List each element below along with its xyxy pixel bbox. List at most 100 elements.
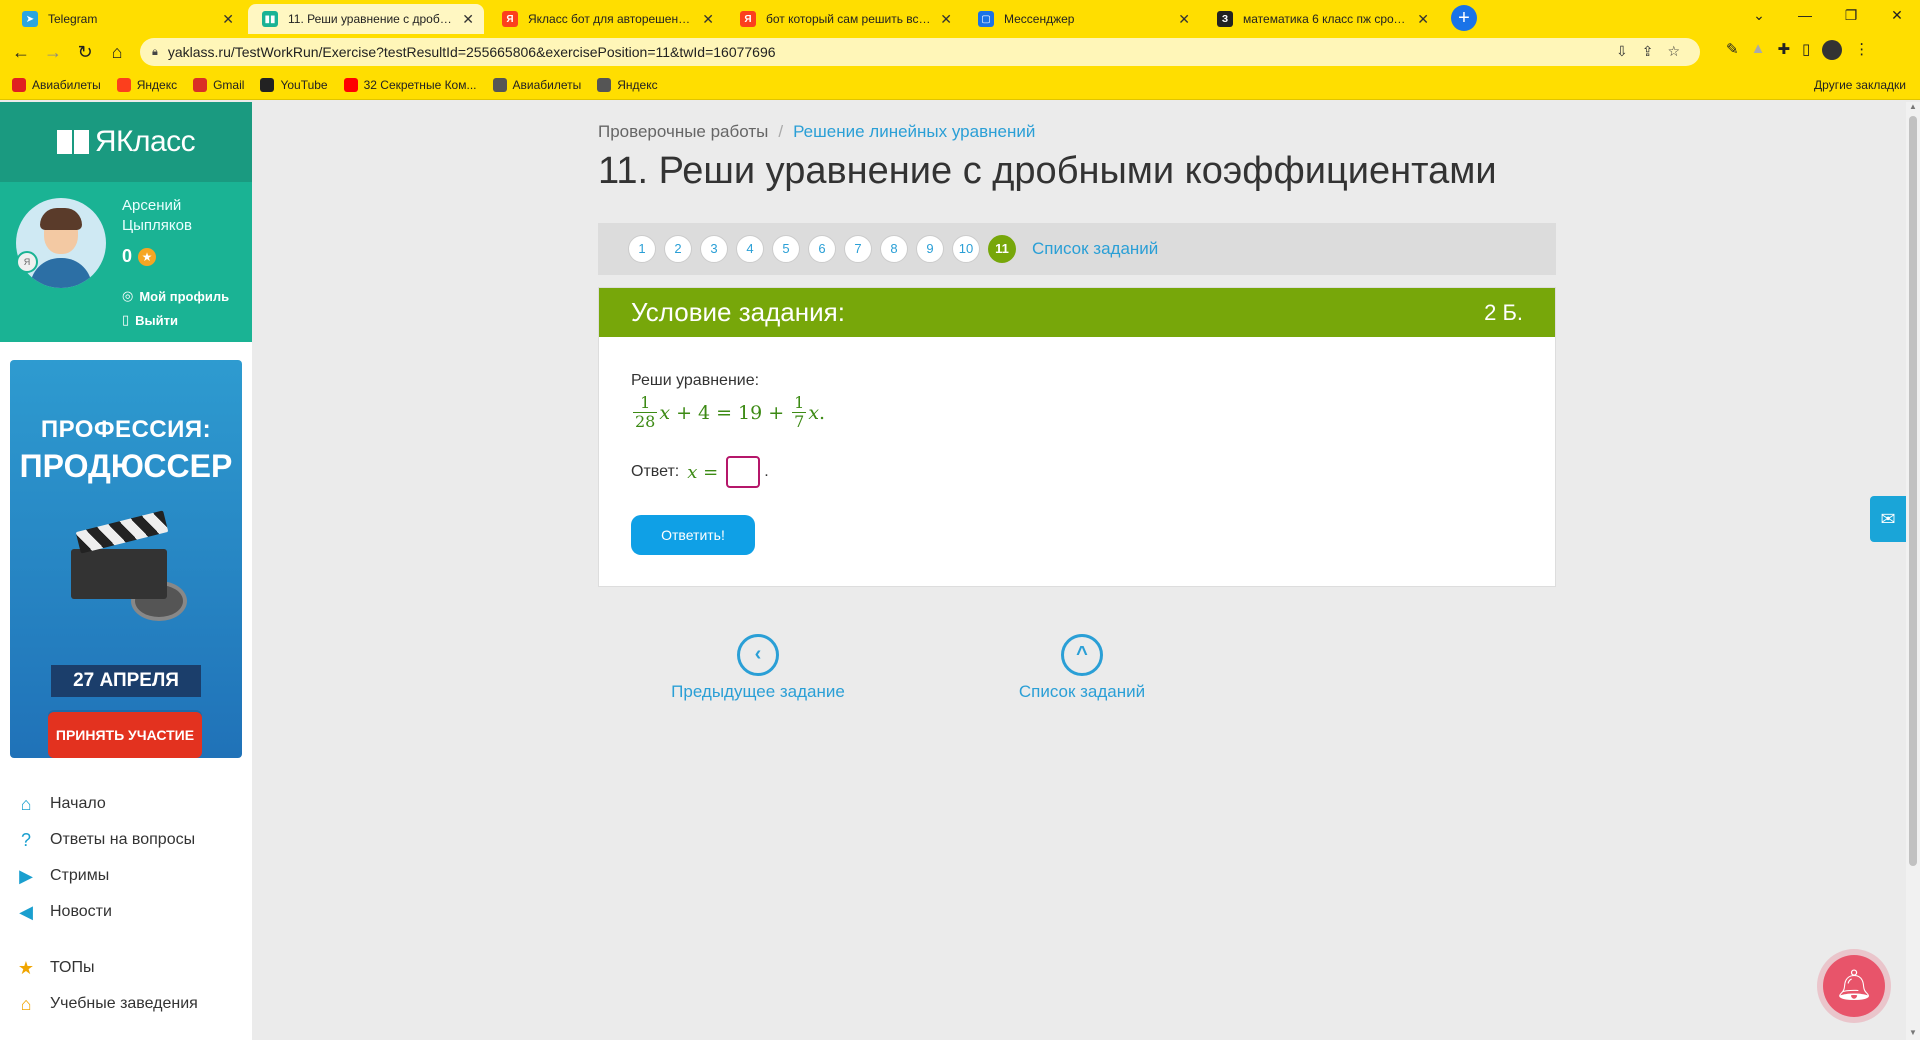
prev-task-link[interactable]: ‹ Предыдущее задание: [663, 634, 853, 702]
site-logo[interactable]: ЯКласс: [0, 102, 252, 182]
avatar[interactable]: [16, 198, 106, 288]
bookmark-item[interactable]: YouTube: [260, 77, 328, 92]
menu-icon[interactable]: ⋮: [1854, 40, 1869, 60]
url-field[interactable]: 🔒︎ yaklass.ru/TestWorkRun/Exercise?testR…: [140, 38, 1700, 66]
tab-close-icon[interactable]: ✕: [222, 11, 234, 28]
task-card: Условие задания: 2 Б. Реши уравнение: 1 …: [598, 287, 1556, 587]
submit-answer-button[interactable]: Ответить!: [631, 515, 755, 555]
profile-avatar-icon[interactable]: [1822, 40, 1843, 60]
url-text: yaklass.ru/TestWorkRun/Exercise?testResu…: [167, 44, 776, 60]
extension-icon[interactable]: ▲: [1751, 40, 1766, 60]
answer-input[interactable]: [726, 456, 761, 488]
page-number-button[interactable]: 10: [952, 235, 980, 263]
scrollbar-thumb[interactable]: [1909, 116, 1917, 866]
notification-bell-icon[interactable]: 🔔︎: [1823, 955, 1885, 1017]
restore-button[interactable]: ❐: [1828, 0, 1874, 32]
logout-link[interactable]: ▯ Выйти: [122, 312, 178, 328]
tab-close-icon[interactable]: ✕: [1178, 11, 1190, 28]
page-title: 11. Реши уравнение с дробными коэффициен…: [598, 150, 1497, 192]
sidebar-item-home[interactable]: ⌂ Начало: [14, 786, 244, 822]
new-tab-button[interactable]: +: [1451, 5, 1477, 31]
page-number-button[interactable]: 11: [988, 235, 1016, 263]
tab-close-icon[interactable]: ✕: [1417, 11, 1429, 28]
browser-tab[interactable]: Зматематика 6 класс пж срочно — Знания ✕: [1203, 4, 1439, 34]
operator: +: [676, 401, 692, 424]
tab-close-icon[interactable]: ✕: [702, 11, 714, 28]
address-bar-row: ← → ↻ ⌂ 🔒︎ yaklass.ru/TestWorkRun/Exerci…: [0, 34, 1920, 70]
sidebar-item-answers[interactable]: ? Ответы на вопросы: [14, 822, 244, 858]
sidebar-item-label: Новости: [50, 903, 112, 920]
home-icon[interactable]: ⌂: [104, 40, 130, 64]
bookmark-favicon-icon: [597, 77, 612, 92]
scroll-up-icon[interactable]: ▲: [1906, 102, 1920, 114]
bookmark-item[interactable]: Gmail: [193, 77, 244, 92]
reload-icon[interactable]: ↻: [72, 40, 98, 64]
sidebar-item-schools[interactable]: ⌂ Учебные заведения: [14, 986, 244, 1022]
browser-tab-bar: ➤ Telegram ✕ ▮▮ 11. Реши уравнение с дробным…: [0, 0, 1920, 34]
browser-tab[interactable]: ➤ Telegram ✕: [8, 4, 244, 34]
back-icon[interactable]: ←: [8, 40, 34, 64]
page-number-button[interactable]: 2: [664, 235, 692, 263]
tab-search-icon[interactable]: ⌄: [1736, 0, 1782, 32]
bookmark-item[interactable]: Яндекс: [116, 77, 178, 92]
forward-icon[interactable]: →: [40, 40, 66, 64]
bookmark-star-icon[interactable]: ☆: [1667, 43, 1680, 60]
sidepanel-icon[interactable]: ▯: [1802, 40, 1810, 60]
operator: +: [768, 401, 785, 424]
extension-icon[interactable]: ✎: [1726, 40, 1739, 60]
ad-banner[interactable]: ПРОФЕССИЯ: ПРОДЮССЕР 27 АПРЕЛЯ ПРИНЯТЬ У…: [10, 360, 242, 758]
browser-tab[interactable]: Ябот который сам решить все задания — Ян…: [726, 4, 962, 34]
breadcrumb-root[interactable]: Проверочные работы: [598, 122, 768, 142]
answer-dot: .: [764, 463, 769, 480]
tab-close-icon[interactable]: ✕: [940, 11, 952, 28]
sidebar-item-tops[interactable]: ★ ТОПы: [14, 950, 244, 986]
bookmark-item[interactable]: Авиабилеты: [492, 77, 581, 92]
answer-variable: x =: [687, 461, 719, 483]
page-number-button[interactable]: 8: [880, 235, 908, 263]
page-number-button[interactable]: 3: [700, 235, 728, 263]
bookmark-label: Яндекс: [136, 77, 178, 92]
browser-tab[interactable]: ▢ Мессенджер ✕: [964, 4, 1200, 34]
install-icon[interactable]: ⇩: [1616, 43, 1628, 60]
main-content: Проверочные работы / Решение линейных ур…: [252, 102, 1906, 1040]
page-number-button[interactable]: 4: [736, 235, 764, 263]
task-header-title: Условие задания:: [631, 297, 845, 327]
play-icon: ▶: [19, 865, 33, 886]
tab-favicon-icon: З: [1217, 11, 1233, 27]
page-number-button[interactable]: 6: [808, 235, 836, 263]
close-window-button[interactable]: ✕: [1874, 0, 1920, 32]
tab-close-icon[interactable]: ✕: [462, 11, 474, 28]
share-icon[interactable]: ⇪: [1642, 43, 1654, 60]
browser-tab[interactable]: Я Якласс бот для авторешения — Яндекс ✕: [488, 4, 724, 34]
page-scrollbar[interactable]: ▲ ▼: [1906, 102, 1920, 1040]
other-bookmarks[interactable]: Другие закладки: [1814, 78, 1906, 92]
puzzle-icon[interactable]: ✚: [1777, 40, 1790, 60]
bookmark-item[interactable]: 32 Секретные Ком...: [343, 77, 477, 92]
star-icon: ★: [138, 247, 157, 266]
prev-task-label: Предыдущее задание: [671, 682, 845, 701]
breadcrumb-current[interactable]: Решение линейных уравнений: [793, 122, 1035, 142]
scroll-down-icon[interactable]: ▼: [1906, 1028, 1920, 1040]
bookmark-favicon-icon: [193, 77, 208, 92]
page-number-button[interactable]: 7: [844, 235, 872, 263]
constant: 19: [738, 401, 763, 424]
task-intro: Реши уравнение:: [631, 372, 760, 389]
bookmark-label: Авиабилеты: [32, 77, 101, 92]
bookmark-item[interactable]: Авиабилеты: [12, 77, 101, 92]
minimize-button[interactable]: —: [1782, 0, 1828, 32]
page-number-button[interactable]: 9: [916, 235, 944, 263]
tab-title: Telegram: [48, 12, 98, 26]
bookmark-item[interactable]: Яндекс: [597, 77, 658, 92]
feedback-mail-icon[interactable]: ✉: [1870, 496, 1906, 542]
banner-line1: ПРОФЕССИЯ:: [40, 416, 212, 443]
browser-tab[interactable]: ▮▮ 11. Реши уравнение с дробными коэффици…: [248, 4, 484, 34]
page-number-button[interactable]: 1: [628, 235, 656, 263]
task-list-bottom-link[interactable]: ^ Список заданий: [1007, 634, 1157, 702]
my-profile-link[interactable]: ◎ Мой профиль: [122, 288, 229, 304]
page-number-button[interactable]: 5: [772, 235, 800, 263]
banner-cta-button[interactable]: ПРИНЯТЬ УЧАСТИЕ: [48, 712, 202, 758]
side-nav: ⌂ Начало ? Ответы на вопросы ▶ Стримы ◀ …: [14, 786, 244, 1022]
sidebar-item-news[interactable]: ◀ Новости: [14, 894, 244, 930]
sidebar-item-streams[interactable]: ▶ Стримы: [14, 858, 244, 894]
task-list-link[interactable]: Список заданий: [1032, 239, 1158, 259]
